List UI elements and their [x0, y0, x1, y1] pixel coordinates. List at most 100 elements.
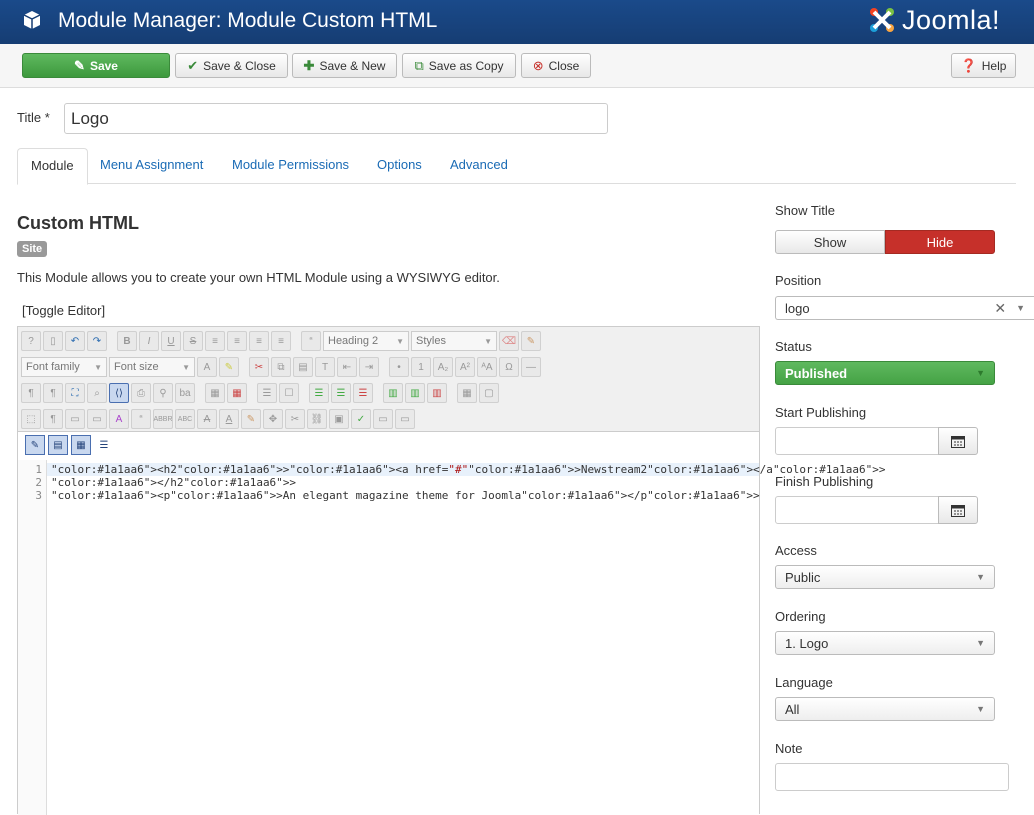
- layer-icon[interactable]: ▭: [87, 409, 107, 429]
- fullscreen-icon[interactable]: ⛶: [65, 383, 85, 403]
- align-justify-icon[interactable]: ≡: [205, 331, 225, 351]
- help-icon[interactable]: ?: [21, 331, 41, 351]
- ltr-icon[interactable]: ¶: [21, 383, 41, 403]
- row-props-icon[interactable]: ☰: [257, 383, 277, 403]
- paste-icon[interactable]: ▤: [293, 357, 313, 377]
- paste-text-icon[interactable]: T: [315, 357, 335, 377]
- font-size-icon[interactable]: ᴬA: [477, 357, 497, 377]
- superscript-icon[interactable]: A²: [455, 357, 475, 377]
- format-select[interactable]: Heading 2 ▼: [323, 331, 409, 351]
- table-icon[interactable]: ▦: [205, 383, 225, 403]
- insert-col-after-icon[interactable]: ▥: [405, 383, 425, 403]
- styles-select[interactable]: Styles ▼: [411, 331, 497, 351]
- rtl-icon[interactable]: ¶: [43, 383, 63, 403]
- status-select[interactable]: Published ▼: [775, 361, 995, 385]
- font-size-select[interactable]: Font size ▼: [109, 357, 195, 377]
- insert-col-before-icon[interactable]: ▥: [383, 383, 403, 403]
- save-close-button[interactable]: ✔ Save & Close: [175, 53, 288, 78]
- replace-icon[interactable]: ba: [175, 383, 195, 403]
- help-button[interactable]: ❓ Help: [951, 53, 1016, 78]
- clear-icon[interactable]: ✕: [994, 300, 1006, 317]
- finish-publishing-calendar-button[interactable]: [938, 496, 978, 524]
- find-icon[interactable]: ⚲: [153, 383, 173, 403]
- text-color-icon[interactable]: A: [197, 357, 217, 377]
- code-mode-icon[interactable]: ▦: [71, 435, 91, 455]
- undo-icon[interactable]: ↶: [65, 331, 85, 351]
- start-publishing-input[interactable]: [775, 427, 939, 455]
- eraser-icon[interactable]: ⌫: [499, 331, 519, 351]
- visual-aid-icon[interactable]: ⬚: [21, 409, 41, 429]
- save-button[interactable]: ✎ Save: [22, 53, 170, 78]
- merge-cells-icon[interactable]: ▢: [479, 383, 499, 403]
- split-cells-icon[interactable]: ▦: [457, 383, 477, 403]
- language-select[interactable]: All ▼: [775, 697, 995, 721]
- delete-row-icon[interactable]: ☰: [353, 383, 373, 403]
- code-editor[interactable]: 1 2 3 "color:#1a1aa6"><h2"color:#1a1aa6"…: [18, 460, 886, 815]
- format-code-icon[interactable]: ☰: [94, 435, 114, 455]
- acronym-icon[interactable]: ABC: [175, 409, 195, 429]
- delete-table-icon[interactable]: ▦: [227, 383, 247, 403]
- clean-brush-icon[interactable]: ✎: [521, 331, 541, 351]
- cite-icon[interactable]: “: [131, 409, 151, 429]
- tab-advanced[interactable]: Advanced: [437, 148, 521, 184]
- ins-icon[interactable]: A: [219, 409, 239, 429]
- tab-module[interactable]: Module: [17, 148, 88, 185]
- ordering-select[interactable]: 1. Logo ▼: [775, 631, 995, 655]
- page-mode-icon[interactable]: ▤: [48, 435, 68, 455]
- del-icon[interactable]: A: [197, 409, 217, 429]
- nonbreaking-icon[interactable]: ✥: [263, 409, 283, 429]
- delete-col-icon[interactable]: ▥: [427, 383, 447, 403]
- note-input[interactable]: [775, 763, 1009, 791]
- bullet-list-icon[interactable]: •: [389, 357, 409, 377]
- access-select[interactable]: Public ▼: [775, 565, 995, 589]
- indent-icon[interactable]: ⇥: [359, 357, 379, 377]
- align-left-icon[interactable]: ≡: [249, 331, 269, 351]
- tab-module-permissions[interactable]: Module Permissions: [219, 148, 362, 184]
- hr-icon[interactable]: ▭: [373, 409, 393, 429]
- title-input[interactable]: [64, 103, 608, 134]
- start-publishing-calendar-button[interactable]: [938, 427, 978, 455]
- abbr-icon[interactable]: ABBR: [153, 409, 173, 429]
- chevron-down-icon[interactable]: ▼: [1016, 303, 1025, 313]
- save-new-button[interactable]: ✚ Save & New: [292, 53, 397, 78]
- copy-icon[interactable]: ⧉: [271, 357, 291, 377]
- close-button[interactable]: ⊗ Close: [521, 53, 591, 78]
- numbered-list-icon[interactable]: 1: [411, 357, 431, 377]
- position-select[interactable]: logo ✕ ▼: [775, 296, 1034, 320]
- edit-mode-icon[interactable]: ✎: [25, 435, 45, 455]
- cut-icon[interactable]: ✂: [249, 357, 269, 377]
- align-center-icon[interactable]: ≡: [227, 331, 247, 351]
- blockquote-icon[interactable]: “: [301, 331, 321, 351]
- align-right-icon[interactable]: ≡: [271, 331, 291, 351]
- show-title-hide-button[interactable]: Hide: [885, 230, 995, 254]
- template-icon[interactable]: ▭: [65, 409, 85, 429]
- code-icon[interactable]: ⟨⟩: [109, 383, 129, 403]
- font-family-select[interactable]: Font family ▼: [21, 357, 107, 377]
- toggle-editor-link[interactable]: [Toggle Editor]: [22, 303, 105, 318]
- highlight-color-icon[interactable]: ✎: [219, 357, 239, 377]
- attributes-icon[interactable]: ✎: [241, 409, 261, 429]
- style-props-icon[interactable]: A: [109, 409, 129, 429]
- show-title-show-button[interactable]: Show: [775, 230, 885, 254]
- print-icon[interactable]: ⎙: [131, 383, 151, 403]
- horizontal-rule-icon[interactable]: —: [521, 357, 541, 377]
- insert-row-before-icon[interactable]: ☰: [309, 383, 329, 403]
- italic-icon[interactable]: I: [139, 331, 159, 351]
- subscript-icon[interactable]: A₂: [433, 357, 453, 377]
- special-char-icon[interactable]: Ω: [499, 357, 519, 377]
- preview-icon[interactable]: ⌕: [87, 383, 107, 403]
- media-icon[interactable]: ▭: [395, 409, 415, 429]
- outdent-icon[interactable]: ⇤: [337, 357, 357, 377]
- finish-publishing-input[interactable]: [775, 496, 939, 524]
- insert-row-after-icon[interactable]: ☰: [331, 383, 351, 403]
- underline-icon[interactable]: U: [161, 331, 181, 351]
- spellcheck-icon[interactable]: ✓: [351, 409, 371, 429]
- strikethrough-icon[interactable]: S: [183, 331, 203, 351]
- tab-options[interactable]: Options: [364, 148, 435, 184]
- redo-icon[interactable]: ↷: [87, 331, 107, 351]
- tab-menu-assignment[interactable]: Menu Assignment: [87, 148, 216, 184]
- show-blocks-icon[interactable]: ¶: [43, 409, 63, 429]
- link-icon[interactable]: ⛓: [307, 409, 327, 429]
- bold-icon[interactable]: B: [117, 331, 137, 351]
- pagebreak-icon[interactable]: ✂: [285, 409, 305, 429]
